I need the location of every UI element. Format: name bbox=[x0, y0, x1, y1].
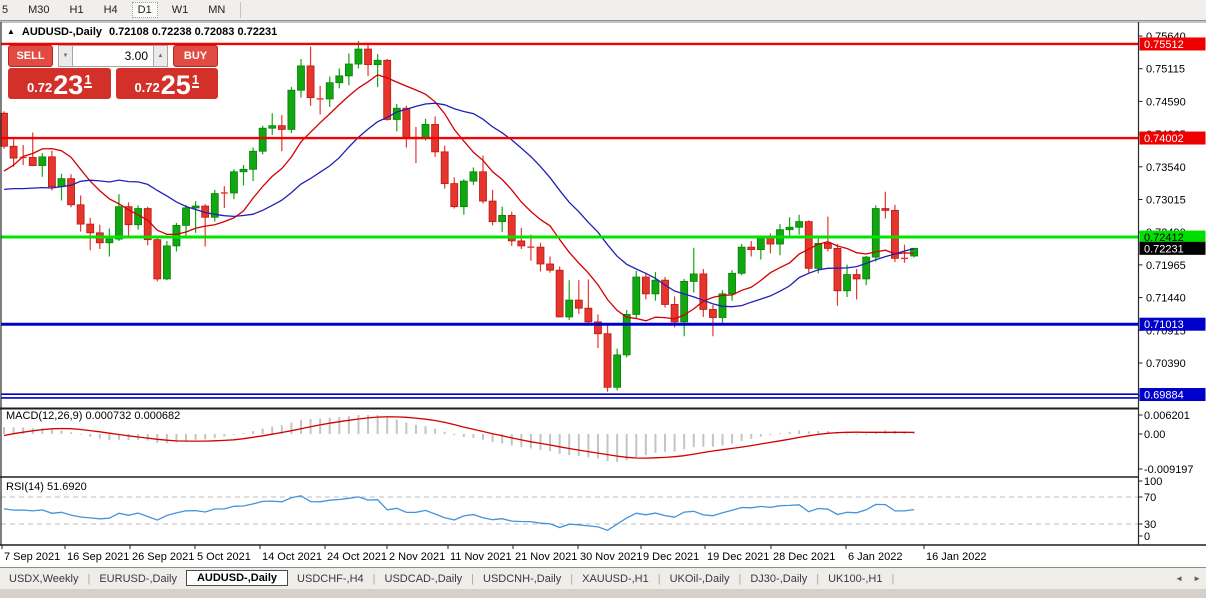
svg-text:14 Oct 2021: 14 Oct 2021 bbox=[262, 551, 322, 563]
sell-price-big: 23 bbox=[53, 72, 83, 98]
chart-title-row: ▲ AUDUSD-,Daily 0.72108 0.72238 0.72083 … bbox=[7, 26, 277, 38]
volume-decrease-button[interactable]: ▼ bbox=[58, 45, 73, 67]
svg-text:9 Dec 2021: 9 Dec 2021 bbox=[643, 551, 699, 563]
tab-scroll-left-icon[interactable]: ◄ bbox=[1175, 574, 1183, 583]
svg-text:7 Sep 2021: 7 Sep 2021 bbox=[4, 551, 60, 563]
symbol-tab-usdchf-h4[interactable]: USDCHF-,H4 bbox=[288, 573, 373, 585]
svg-text:2 Nov 2021: 2 Nov 2021 bbox=[389, 551, 445, 563]
volume-stepper: ▼ ▲ bbox=[58, 45, 168, 67]
tab-scroll-right-icon[interactable]: ► bbox=[1193, 574, 1201, 583]
symbol-tab-eurusd-daily[interactable]: EURUSD-,Daily bbox=[90, 573, 186, 585]
svg-text:5 Oct 2021: 5 Oct 2021 bbox=[197, 551, 251, 563]
sell-button[interactable]: SELL bbox=[8, 45, 53, 67]
price-chart[interactable]: 0.756400.751150.745900.740650.735400.730… bbox=[0, 21, 1206, 567]
timeframe-button-5[interactable]: 5 bbox=[0, 2, 14, 18]
chart-window: 0.756400.751150.745900.740650.735400.730… bbox=[0, 21, 1206, 567]
sell-price-button[interactable]: 0.72 23 1 bbox=[8, 68, 111, 99]
volume-increase-button[interactable]: ▲ bbox=[153, 45, 168, 67]
svg-text:0: 0 bbox=[1144, 531, 1150, 543]
timeframe-button-w1[interactable]: W1 bbox=[166, 2, 195, 18]
symbol-tab-uk100-h1[interactable]: UK100-,H1 bbox=[819, 573, 891, 585]
svg-text:0.72231: 0.72231 bbox=[1144, 243, 1184, 255]
sell-price-prefix: 0.72 bbox=[27, 80, 52, 95]
svg-text:0.73540: 0.73540 bbox=[1146, 162, 1186, 174]
symbol-tab-ukoil-daily[interactable]: UKOil-,Daily bbox=[661, 573, 739, 585]
svg-text:26 Sep 2021: 26 Sep 2021 bbox=[132, 551, 194, 563]
buy-price-big: 25 bbox=[161, 72, 191, 98]
symbol-tab-audusd-daily[interactable]: AUDUSD-,Daily bbox=[186, 570, 288, 586]
chart-title: AUDUSD-,Daily bbox=[22, 26, 102, 38]
svg-text:16 Sep 2021: 16 Sep 2021 bbox=[67, 551, 129, 563]
timeframe-button-m30[interactable]: M30 bbox=[22, 2, 55, 18]
svg-text:0.75115: 0.75115 bbox=[1146, 64, 1185, 76]
timeframe-toolbar: 5 M30 H1 H4 D1 W1 MN bbox=[0, 0, 1206, 21]
svg-text:0.70390: 0.70390 bbox=[1146, 358, 1186, 370]
svg-text:30 Nov 2021: 30 Nov 2021 bbox=[580, 551, 642, 563]
svg-text:0.73015: 0.73015 bbox=[1146, 194, 1186, 206]
svg-text:0.71013: 0.71013 bbox=[1144, 319, 1184, 331]
rsi-indicator-label: RSI(14) 51.6920 bbox=[6, 481, 87, 493]
svg-text:0.75512: 0.75512 bbox=[1144, 39, 1184, 51]
timeframe-button-h1[interactable]: H1 bbox=[64, 2, 90, 18]
symbol-tab-xauusd-h1[interactable]: XAUUSD-,H1 bbox=[573, 573, 658, 585]
svg-text:19 Dec 2021: 19 Dec 2021 bbox=[707, 551, 769, 563]
sell-price-pip: 1 bbox=[84, 74, 91, 88]
svg-text:28 Dec 2021: 28 Dec 2021 bbox=[773, 551, 835, 563]
symbol-tab-usdcnh-daily[interactable]: USDCNH-,Daily bbox=[474, 573, 570, 585]
timeframe-button-mn[interactable]: MN bbox=[202, 2, 231, 18]
svg-text:70: 70 bbox=[1144, 492, 1156, 504]
svg-text:0.00: 0.00 bbox=[1144, 429, 1165, 441]
svg-text:-0.009197: -0.009197 bbox=[1144, 464, 1194, 476]
one-click-trading-panel: SELL ▼ ▲ BUY 0.72 23 1 0.72 25 1 bbox=[8, 45, 218, 99]
symbol-tab-usdcad-daily[interactable]: USDCAD-,Daily bbox=[376, 573, 472, 585]
svg-text:100: 100 bbox=[1144, 476, 1162, 488]
symbol-tabbar: USDX,Weekly|EURUSD-,DailyAUDUSD-,DailyUS… bbox=[0, 567, 1206, 589]
timeframe-button-h4[interactable]: H4 bbox=[98, 2, 124, 18]
tab-separator: | bbox=[892, 573, 895, 585]
collapse-panel-icon[interactable]: ▲ bbox=[7, 27, 15, 37]
svg-text:30: 30 bbox=[1144, 519, 1156, 531]
status-strip bbox=[0, 589, 1206, 598]
buy-price-prefix: 0.72 bbox=[134, 80, 159, 95]
chart-ohlc-values: 0.72108 0.72238 0.72083 0.72231 bbox=[109, 26, 277, 38]
price-axis[interactable]: 0.756400.751150.745900.740650.735400.730… bbox=[1139, 22, 1206, 545]
macd-indicator-label: MACD(12,26,9) 0.000732 0.000682 bbox=[6, 410, 180, 422]
timeframe-button-d1[interactable]: D1 bbox=[132, 2, 158, 18]
svg-text:0.69884: 0.69884 bbox=[1144, 390, 1184, 402]
tab-scroll-arrows: ◄► bbox=[1175, 574, 1201, 583]
svg-text:21 Nov 2021: 21 Nov 2021 bbox=[515, 551, 577, 563]
buy-price-button[interactable]: 0.72 25 1 bbox=[116, 68, 219, 99]
toolbar-separator bbox=[240, 2, 241, 18]
svg-text:0.74002: 0.74002 bbox=[1144, 133, 1184, 145]
buy-button[interactable]: BUY bbox=[173, 45, 218, 67]
symbol-tab-dj30-daily[interactable]: DJ30-,Daily bbox=[741, 573, 816, 585]
svg-text:0.006201: 0.006201 bbox=[1144, 410, 1190, 422]
symbol-tab-usdx-weekly[interactable]: USDX,Weekly bbox=[0, 573, 87, 585]
svg-text:16 Jan 2022: 16 Jan 2022 bbox=[926, 551, 987, 563]
svg-text:6 Jan 2022: 6 Jan 2022 bbox=[848, 551, 902, 563]
svg-text:0.71965: 0.71965 bbox=[1146, 260, 1186, 272]
svg-text:0.74590: 0.74590 bbox=[1146, 96, 1186, 108]
svg-text:11 Nov 2021: 11 Nov 2021 bbox=[450, 551, 512, 563]
svg-text:0.71440: 0.71440 bbox=[1146, 293, 1186, 305]
svg-text:24 Oct 2021: 24 Oct 2021 bbox=[327, 551, 387, 563]
volume-input[interactable] bbox=[73, 45, 153, 67]
buy-price-pip: 1 bbox=[192, 74, 199, 88]
